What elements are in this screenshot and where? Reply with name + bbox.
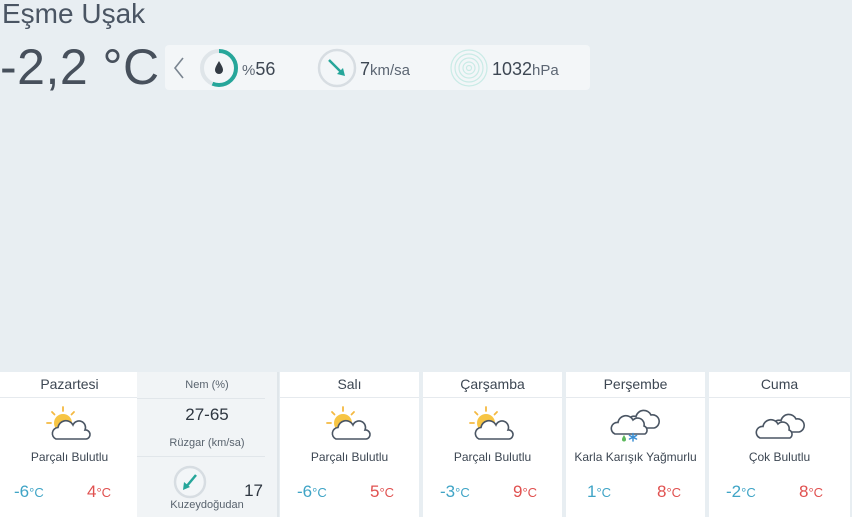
chevron-left-icon[interactable] [170, 53, 190, 83]
day-name: Cuma [709, 372, 850, 398]
day-description: Parçalı Bulutlu [30, 450, 109, 464]
day-name: Salı [280, 372, 419, 398]
high-temp: 9°C [513, 482, 538, 501]
day-description: Karla Karışık Yağmurlu [574, 450, 697, 464]
low-temp: -3°C [440, 482, 470, 501]
wind-value: 7 [360, 59, 371, 79]
low-temp: -6°C [297, 482, 327, 501]
humidity-range: 27-65 [185, 405, 229, 424]
partly-cloudy-icon [469, 406, 514, 440]
low-temp: 1°C [587, 482, 612, 501]
partly-cloudy-icon [326, 406, 371, 440]
pressure-unit: hPa [532, 62, 559, 79]
pressure-value: 1032 [492, 59, 533, 79]
wind-label: Rüzgar (km/sa) [169, 437, 245, 449]
partly-cloudy-icon [46, 406, 91, 440]
humidity-stat: %56 [198, 47, 288, 89]
high-temp: 5°C [370, 482, 395, 501]
forecast-day-wednesday[interactable]: Çarşamba Parçalı Bulutlu -3°C 9°C [423, 372, 562, 517]
day-name: Çarşamba [423, 372, 562, 398]
day-description: Çok Bulutlu [748, 450, 811, 464]
humidity-value: 56 [255, 59, 276, 79]
day-description: Parçalı Bulutlu [310, 450, 389, 464]
current-temperature: -2,2 °C [0, 39, 160, 95]
wind-direction-icon [317, 48, 357, 88]
humidity-prefix: % [242, 62, 256, 79]
low-temp: -2°C [726, 482, 756, 501]
low-temp: -6°C [14, 482, 44, 501]
forecast-day-monday[interactable]: Pazartesi Parçalı Bulutlu -6°C 4°C Nem (… [0, 372, 279, 517]
day-detail-panel: Nem (%) 27-65 Rüzgar (km/sa) 17 Kuzeydoğ… [137, 372, 279, 517]
daily-forecast: Pazartesi Parçalı Bulutlu -6°C 4°C Nem (… [0, 372, 852, 517]
forecast-day-friday[interactable]: Cuma Çok Bulutlu -2°C 8°C [709, 372, 850, 517]
pressure-icon [450, 49, 488, 87]
forecast-day-thursday[interactable]: Perşembe Karla Karışık Yağmurlu 1°C 8°C [566, 372, 705, 517]
location-title: Eşme Uşak [2, 0, 146, 29]
forecast-day-tuesday[interactable]: Salı Parçalı Bulutlu -6°C 5°C [280, 372, 419, 517]
wind-unit: km/sa [370, 62, 411, 79]
day-name: Perşembe [566, 372, 705, 398]
wind-stat: 7km/sa [316, 47, 426, 89]
sleet-icon [610, 409, 660, 442]
wind-direction-icon [173, 465, 207, 499]
cloudy-icon [755, 413, 805, 439]
day-description: Parçalı Bulutlu [453, 450, 532, 464]
wind-speed: 17 [244, 481, 263, 500]
humidity-gauge-icon [200, 49, 238, 87]
pressure-stat: 1032hPa [448, 47, 578, 89]
high-temp: 8°C [799, 482, 824, 501]
humidity-label: Nem (%) [185, 379, 229, 391]
day-name: Pazartesi [0, 372, 139, 398]
high-temp: 8°C [657, 482, 682, 501]
